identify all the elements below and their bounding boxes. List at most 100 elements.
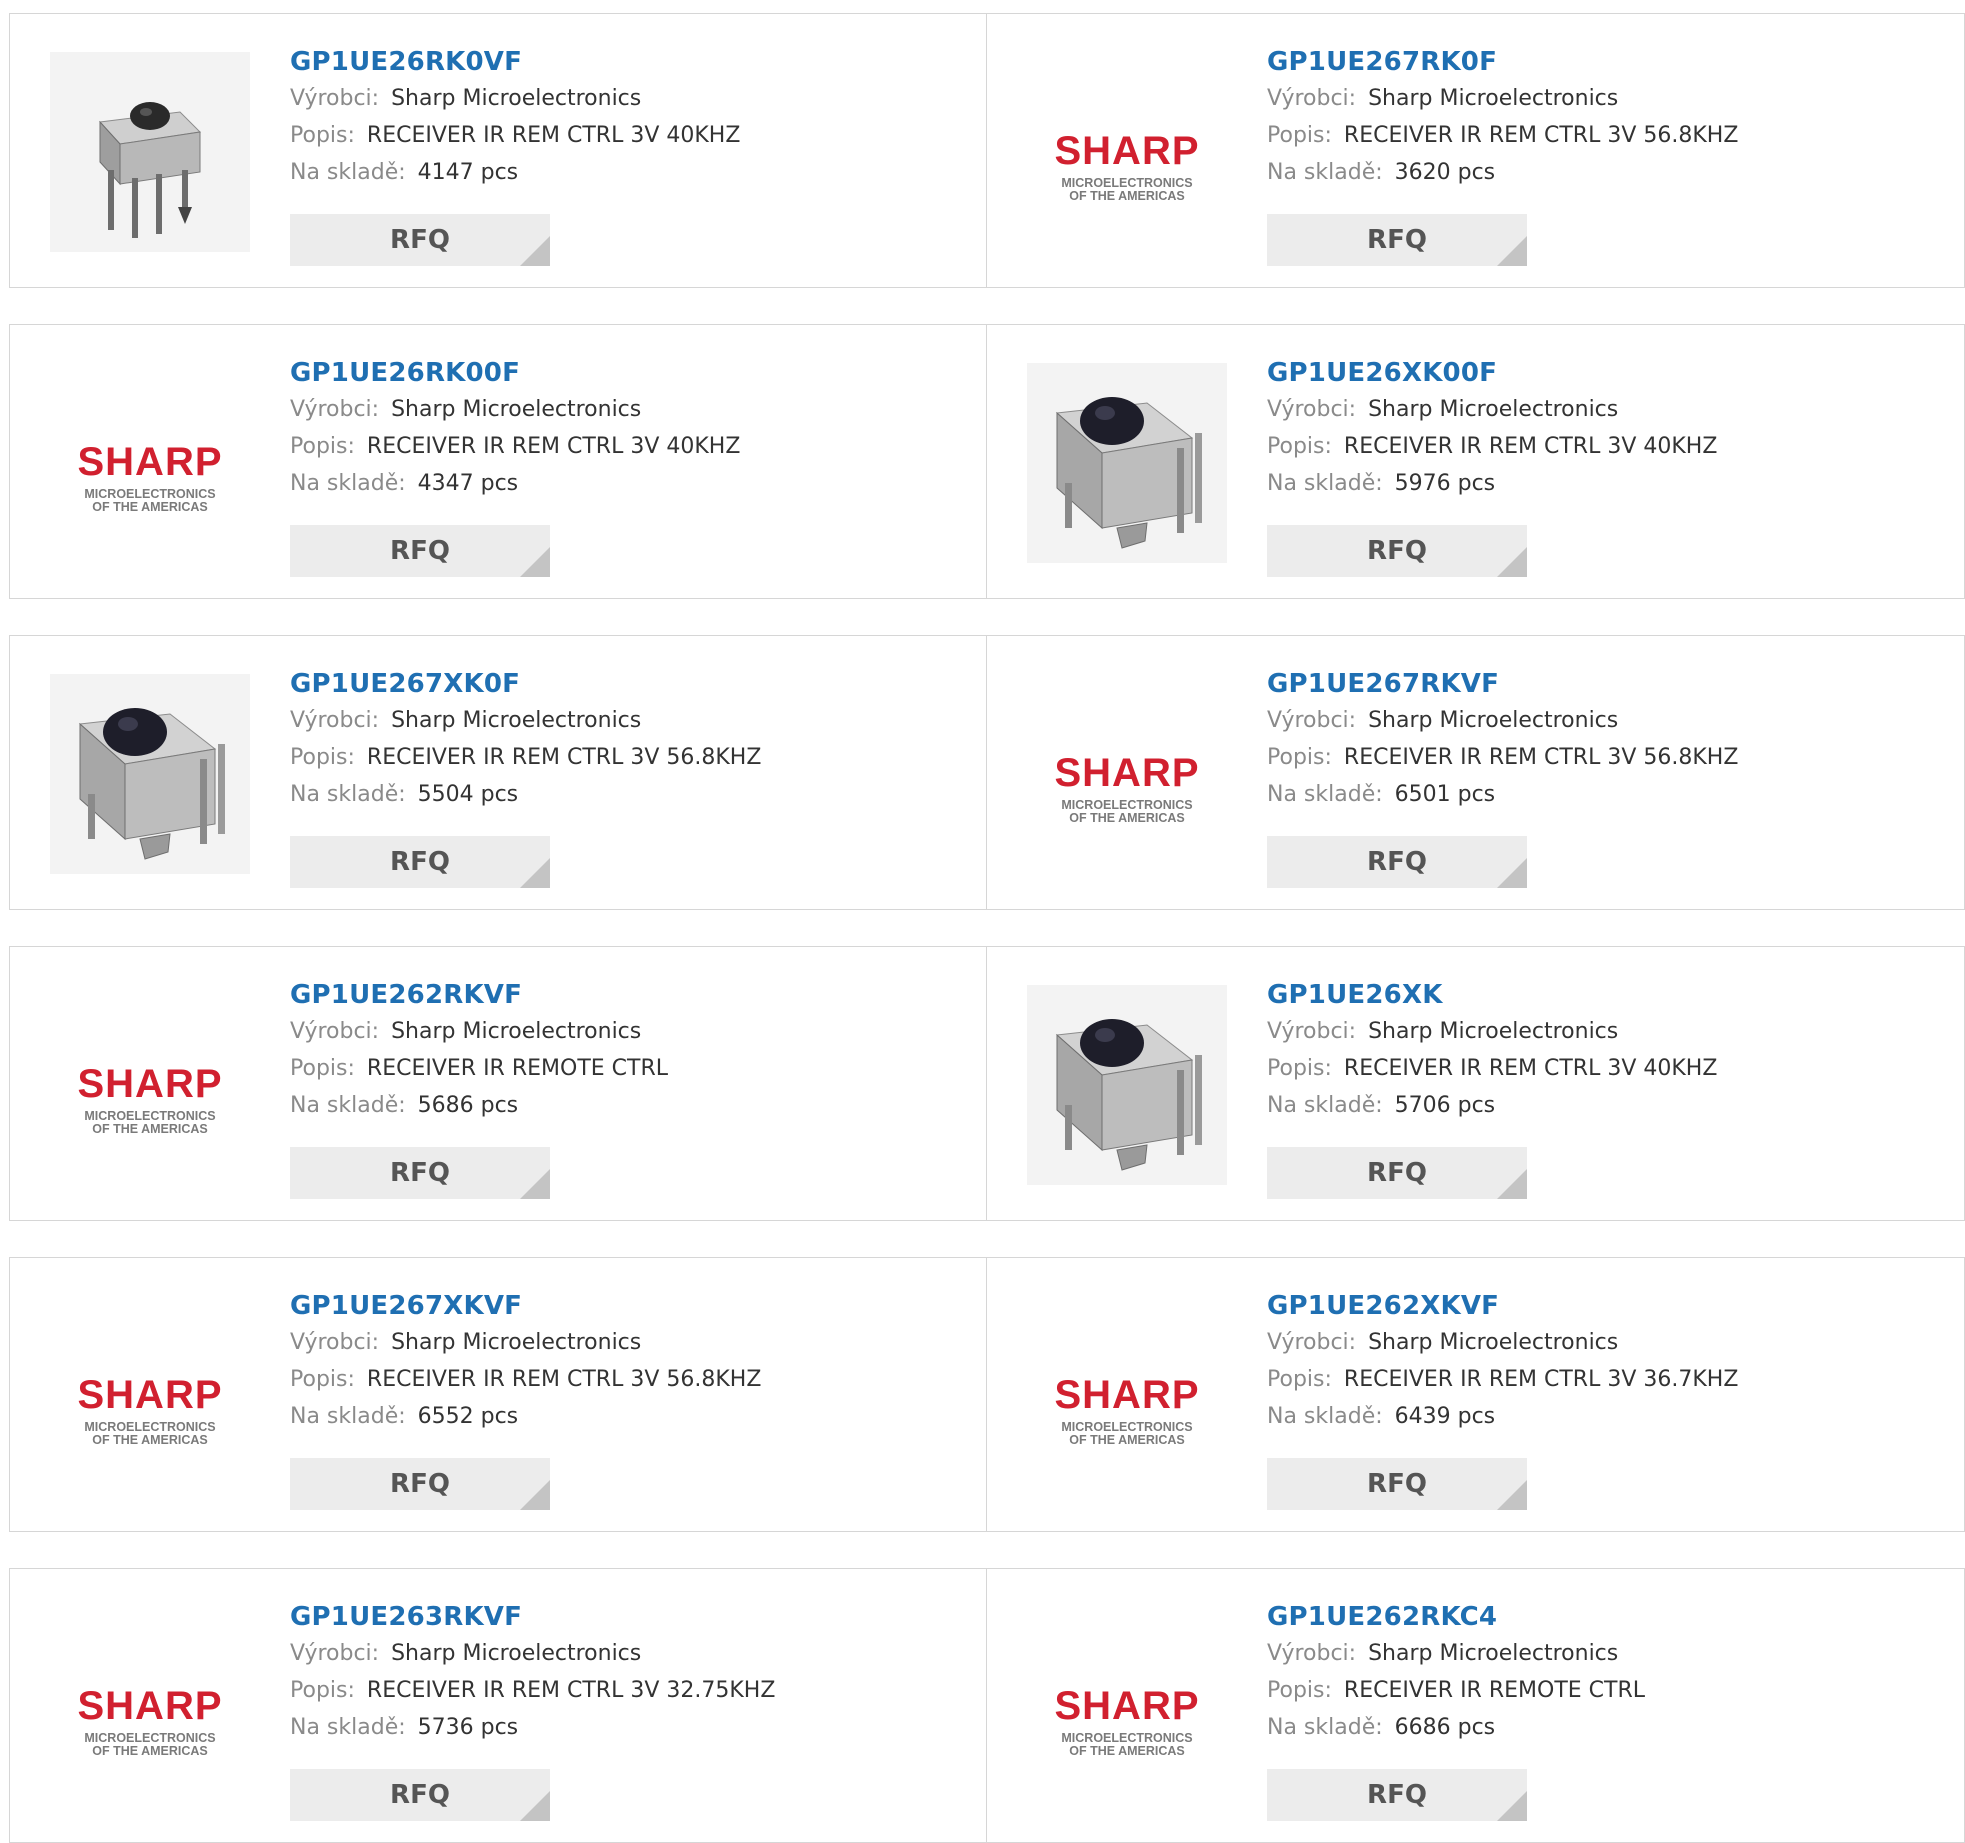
product-info: GP1UE267XK0F Výrobci: Sharp Microelectron… bbox=[290, 666, 761, 813]
manufacturer-label: Výrobci: bbox=[1267, 86, 1357, 111]
corner-triangle-icon bbox=[520, 547, 550, 577]
manufacturer-row: Výrobci: Sharp Microelectronics bbox=[1267, 702, 1738, 739]
corner-triangle-icon bbox=[520, 1169, 550, 1199]
product-image[interactable]: SHARP MICROELECTRONICS OF THE AMERICAS bbox=[1027, 674, 1227, 874]
stock-value: 6439 pcs bbox=[1394, 1404, 1496, 1429]
description-label: Popis: bbox=[1267, 434, 1332, 459]
stock-label: Na skladě: bbox=[1267, 1404, 1383, 1429]
product-image[interactable]: SHARP MICROELECTRONICS OF THE AMERICAS bbox=[1027, 1296, 1227, 1496]
stock-label: Na skladě: bbox=[290, 1404, 406, 1429]
description-label: Popis: bbox=[1267, 1056, 1332, 1081]
product-image[interactable] bbox=[1027, 985, 1227, 1185]
svg-text:SHARP: SHARP bbox=[77, 440, 222, 484]
corner-triangle-icon bbox=[1497, 1169, 1527, 1199]
product-image[interactable]: SHARP MICROELECTRONICS OF THE AMERICAS bbox=[50, 363, 250, 563]
description-label: Popis: bbox=[290, 434, 355, 459]
part-number-link[interactable]: GP1UE262RKVF bbox=[290, 977, 668, 1013]
manufacturer-value: Sharp Microelectronics bbox=[1368, 708, 1619, 733]
corner-triangle-icon bbox=[1497, 858, 1527, 888]
part-number-link[interactable]: GP1UE26XK bbox=[1267, 977, 1717, 1013]
rfq-label: RFQ bbox=[1367, 1158, 1427, 1188]
product-image[interactable]: SHARP MICROELECTRONICS OF THE AMERICAS bbox=[1027, 52, 1227, 252]
rfq-button[interactable]: RFQ bbox=[1267, 1769, 1527, 1821]
rfq-button[interactable]: RFQ bbox=[1267, 1458, 1527, 1510]
part-number-link[interactable]: GP1UE267RKVF bbox=[1267, 666, 1738, 702]
rfq-button[interactable]: RFQ bbox=[290, 525, 550, 577]
rfq-button[interactable]: RFQ bbox=[1267, 214, 1527, 266]
svg-text:SHARP: SHARP bbox=[77, 1684, 222, 1728]
product-image[interactable]: SHARP MICROELECTRONICS OF THE AMERICAS bbox=[50, 985, 250, 1185]
description-row: Popis: RECEIVER IR REM CTRL 3V 40KHZ bbox=[1267, 428, 1717, 465]
svg-text:OF THE AMERICAS: OF THE AMERICAS bbox=[1069, 1744, 1185, 1758]
product-image[interactable]: SHARP MICROELECTRONICS OF THE AMERICAS bbox=[1027, 1607, 1227, 1807]
description-row: Popis: RECEIVER IR REM CTRL 3V 40KHZ bbox=[290, 117, 740, 154]
product-info: GP1UE26XK00F Výrobci: Sharp Microelectron… bbox=[1267, 355, 1717, 502]
description-label: Popis: bbox=[1267, 745, 1332, 770]
manufacturer-label: Výrobci: bbox=[290, 1330, 380, 1355]
part-number-link[interactable]: GP1UE26XK00F bbox=[1267, 355, 1717, 391]
corner-triangle-icon bbox=[520, 1791, 550, 1821]
manufacturer-label: Výrobci: bbox=[1267, 1330, 1357, 1355]
stock-value: 5736 pcs bbox=[417, 1715, 519, 1740]
manufacturer-value: Sharp Microelectronics bbox=[1368, 397, 1619, 422]
rfq-button[interactable]: RFQ bbox=[1267, 525, 1527, 577]
stock-value: 6552 pcs bbox=[417, 1404, 519, 1429]
rfq-button[interactable]: RFQ bbox=[290, 836, 550, 888]
part-number-link[interactable]: GP1UE26RK00F bbox=[290, 355, 740, 391]
description-label: Popis: bbox=[290, 1056, 355, 1081]
manufacturer-value: Sharp Microelectronics bbox=[1368, 1330, 1619, 1355]
sharp-logo-image: SHARP MICROELECTRONICS OF THE AMERICAS bbox=[77, 1373, 221, 1447]
product-card: SHARP MICROELECTRONICS OF THE AMERICAS G… bbox=[987, 1257, 1965, 1532]
product-info: GP1UE26RK0VF Výrobci: Sharp Microelectron… bbox=[290, 44, 740, 191]
svg-text:MICROELECTRONICS: MICROELECTRONICS bbox=[1061, 1731, 1192, 1745]
product-image[interactable] bbox=[50, 674, 250, 874]
product-image[interactable] bbox=[50, 52, 250, 252]
part-number-link[interactable]: GP1UE262RKC4 bbox=[1267, 1599, 1645, 1635]
rfq-button[interactable]: RFQ bbox=[290, 214, 550, 266]
ir-receiver-image bbox=[1027, 363, 1227, 563]
part-number-link[interactable]: GP1UE262XKVF bbox=[1267, 1288, 1738, 1324]
product-image[interactable] bbox=[1027, 363, 1227, 563]
description-value: RECEIVER IR REM CTRL 3V 56.8KHZ bbox=[366, 1367, 762, 1392]
svg-text:MICROELECTRONICS: MICROELECTRONICS bbox=[84, 1420, 215, 1434]
stock-label: Na skladě: bbox=[290, 782, 406, 807]
stock-label: Na skladě: bbox=[1267, 471, 1383, 496]
corner-triangle-icon bbox=[1497, 547, 1527, 577]
description-label: Popis: bbox=[1267, 1678, 1332, 1703]
manufacturer-label: Výrobci: bbox=[290, 397, 380, 422]
manufacturer-value: Sharp Microelectronics bbox=[391, 397, 642, 422]
corner-triangle-icon bbox=[520, 1480, 550, 1510]
part-number-link[interactable]: GP1UE267RK0F bbox=[1267, 44, 1738, 80]
rfq-button[interactable]: RFQ bbox=[290, 1458, 550, 1510]
rfq-label: RFQ bbox=[390, 1780, 450, 1810]
manufacturer-label: Výrobci: bbox=[1267, 708, 1357, 733]
manufacturer-label: Výrobci: bbox=[290, 708, 380, 733]
svg-text:SHARP: SHARP bbox=[1054, 751, 1199, 795]
part-number-link[interactable]: GP1UE267XK0F bbox=[290, 666, 761, 702]
part-number-link[interactable]: GP1UE267XKVF bbox=[290, 1288, 761, 1324]
stock-row: Na skladě: 6686 pcs bbox=[1267, 1709, 1645, 1746]
product-image[interactable]: SHARP MICROELECTRONICS OF THE AMERICAS bbox=[50, 1607, 250, 1807]
rfq-label: RFQ bbox=[390, 847, 450, 877]
stock-label: Na skladě: bbox=[290, 1715, 406, 1740]
stock-value: 5976 pcs bbox=[1394, 471, 1496, 496]
part-number-link[interactable]: GP1UE263RKVF bbox=[290, 1599, 775, 1635]
product-image[interactable]: SHARP MICROELECTRONICS OF THE AMERICAS bbox=[50, 1296, 250, 1496]
description-row: Popis: RECEIVER IR REM CTRL 3V 40KHZ bbox=[1267, 1050, 1717, 1087]
svg-text:OF THE AMERICAS: OF THE AMERICAS bbox=[1069, 811, 1185, 825]
description-label: Popis: bbox=[290, 123, 355, 148]
stock-value: 4147 pcs bbox=[417, 160, 519, 185]
manufacturer-label: Výrobci: bbox=[1267, 397, 1357, 422]
rfq-button[interactable]: RFQ bbox=[1267, 1147, 1527, 1199]
product-info: GP1UE267XKVF Výrobci: Sharp Microelectron… bbox=[290, 1288, 761, 1435]
rfq-button[interactable]: RFQ bbox=[1267, 836, 1527, 888]
stock-value: 5686 pcs bbox=[417, 1093, 519, 1118]
corner-triangle-icon bbox=[1497, 1791, 1527, 1821]
corner-triangle-icon bbox=[1497, 236, 1527, 266]
rfq-button[interactable]: RFQ bbox=[290, 1147, 550, 1199]
svg-text:MICROELECTRONICS: MICROELECTRONICS bbox=[84, 1109, 215, 1123]
part-number-link[interactable]: GP1UE26RK0VF bbox=[290, 44, 740, 80]
ir-receiver-image bbox=[50, 674, 250, 874]
sharp-logo-image: SHARP MICROELECTRONICS OF THE AMERICAS bbox=[1054, 129, 1198, 203]
rfq-button[interactable]: RFQ bbox=[290, 1769, 550, 1821]
